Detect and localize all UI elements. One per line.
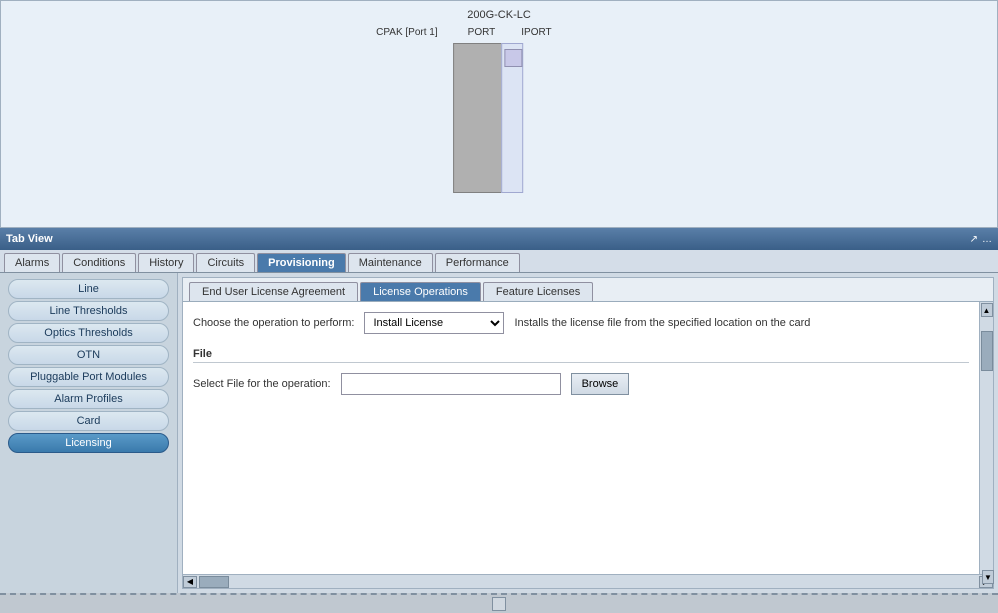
iport-box-visual bbox=[504, 49, 522, 67]
main-tabs-bar: Alarms Conditions History Circuits Provi… bbox=[0, 250, 998, 273]
sidebar-item-line-thresholds[interactable]: Line Thresholds bbox=[8, 301, 169, 321]
sub-tab-feature-licenses[interactable]: Feature Licenses bbox=[483, 282, 593, 301]
tab-maintenance[interactable]: Maintenance bbox=[348, 253, 433, 272]
horizontal-scrollbar[interactable]: ◀ ▶ bbox=[183, 574, 993, 588]
tabview-icons: ↗ … bbox=[970, 234, 992, 245]
file-row: Select File for the operation: Browse bbox=[193, 373, 969, 395]
cpak-label: CPAK [Port 1] bbox=[376, 27, 438, 38]
scroll-left-arrow[interactable]: ◀ bbox=[183, 576, 197, 588]
tab-circuits[interactable]: Circuits bbox=[196, 253, 255, 272]
scroll-down-arrow[interactable]: ▼ bbox=[982, 570, 994, 584]
sidebar-item-alarm-profiles[interactable]: Alarm Profiles bbox=[8, 389, 169, 409]
port-label: PORT bbox=[468, 27, 496, 38]
browse-button[interactable]: Browse bbox=[571, 373, 630, 395]
port-labels: CPAK [Port 1] PORT IPORT bbox=[376, 27, 552, 38]
sidebar-item-licensing[interactable]: Licensing bbox=[8, 433, 169, 453]
tab-provisioning[interactable]: Provisioning bbox=[257, 253, 346, 272]
sub-tab-license-operations[interactable]: License Operations bbox=[360, 282, 481, 301]
menu-icon[interactable]: … bbox=[982, 234, 992, 245]
sidebar: Line Line Thresholds Optics Thresholds O… bbox=[0, 273, 178, 593]
vertical-scrollbar[interactable]: ▲ ▼ bbox=[979, 302, 993, 574]
sidebar-item-pluggable[interactable]: Pluggable Port Modules bbox=[8, 367, 169, 387]
sub-tabs-bar: End User License Agreement License Opera… bbox=[183, 278, 993, 302]
device-label: 200G-CK-LC bbox=[467, 9, 531, 21]
operation-select[interactable]: Install License bbox=[364, 312, 504, 334]
panel-body: Choose the operation to perform: Install… bbox=[183, 302, 979, 574]
horizontal-scroll-thumb[interactable] bbox=[199, 576, 229, 588]
tabview-header: Tab View ↗ … bbox=[0, 228, 998, 250]
content-area: Line Line Thresholds Optics Thresholds O… bbox=[0, 273, 998, 593]
iport-label: IPORT bbox=[521, 27, 551, 38]
sidebar-item-line[interactable]: Line bbox=[8, 279, 169, 299]
file-input[interactable] bbox=[341, 373, 561, 395]
diagram-area: 200G-CK-LC CPAK [Port 1] PORT IPORT bbox=[0, 0, 998, 228]
right-panel: End User License Agreement License Opera… bbox=[182, 277, 994, 589]
expand-icon[interactable]: ↗ bbox=[970, 234, 978, 245]
sidebar-item-otn[interactable]: OTN bbox=[8, 345, 169, 365]
sidebar-item-optics-thresholds[interactable]: Optics Thresholds bbox=[8, 323, 169, 343]
tab-performance[interactable]: Performance bbox=[435, 253, 520, 272]
scroll-up-arrow[interactable]: ▲ bbox=[981, 303, 993, 317]
tab-history[interactable]: History bbox=[138, 253, 194, 272]
sidebar-item-card[interactable]: Card bbox=[8, 411, 169, 431]
sub-tab-eula[interactable]: End User License Agreement bbox=[189, 282, 358, 301]
resize-handle[interactable] bbox=[492, 597, 506, 611]
scroll-thumb[interactable] bbox=[981, 331, 993, 371]
tabview-title: Tab View bbox=[6, 233, 53, 245]
bottom-resize-area bbox=[0, 593, 998, 613]
operation-row: Choose the operation to perform: Install… bbox=[193, 312, 969, 334]
panel-container: Choose the operation to perform: Install… bbox=[183, 302, 993, 574]
tab-alarms[interactable]: Alarms bbox=[4, 253, 60, 272]
operation-label: Choose the operation to perform: bbox=[193, 317, 354, 329]
tab-conditions[interactable]: Conditions bbox=[62, 253, 136, 272]
cpak-port-visual bbox=[453, 43, 507, 193]
file-label: Select File for the operation: bbox=[193, 378, 331, 390]
file-section-header: File bbox=[193, 348, 969, 363]
operation-note: Installs the license file from the speci… bbox=[514, 317, 969, 329]
